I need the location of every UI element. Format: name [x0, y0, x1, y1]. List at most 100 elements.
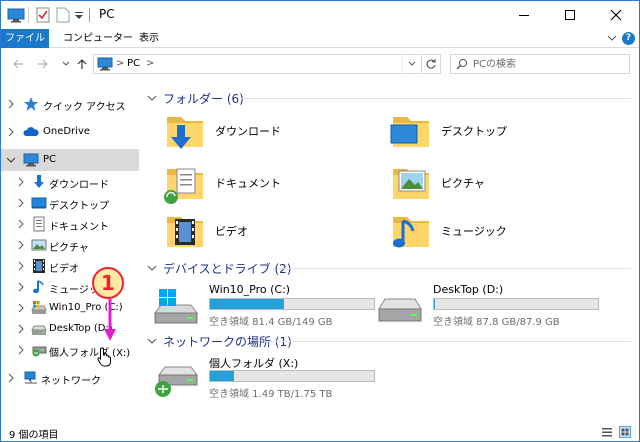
minimize-button[interactable] — [501, 1, 547, 29]
close-button[interactable] — [593, 1, 639, 29]
chevron-down-icon — [62, 61, 70, 66]
drive-free-space: 空き領域 87.8 GB/87.9 GB — [433, 317, 560, 328]
chevron-right-icon[interactable] — [17, 303, 25, 313]
chevron-right-icon[interactable] — [7, 99, 15, 109]
network-drive-x[interactable]: 個人フォルダ (X:) 空き領域 1.49 TB/1.75 TB — [151, 355, 375, 403]
sidebar-item-drive-x[interactable]: 個人フォルダ (X:) — [1, 339, 139, 361]
drive-free-space: 空き領域 81.4 GB/149 GB — [209, 317, 333, 328]
drive-free-space: 空き領域 1.49 TB/1.75 TB — [209, 389, 333, 400]
sidebar-item-drive-d[interactable]: DeskTop (D:) — [1, 318, 139, 340]
maximize-button[interactable] — [547, 1, 593, 29]
star-icon — [24, 97, 38, 111]
annotation-number-badge: 1 — [92, 267, 124, 299]
network-drive-icon — [155, 366, 198, 397]
recent-locations-button[interactable] — [59, 57, 73, 71]
pc-icon — [97, 57, 113, 71]
sidebar-item-label: 個人フォルダ (X:) — [49, 348, 131, 359]
minimize-icon — [519, 15, 529, 16]
tab-file[interactable]: ファイル — [1, 29, 49, 48]
sidebar-item-label: OneDrive — [43, 126, 91, 137]
sidebar-item-label: クイック アクセス — [43, 102, 126, 113]
properties-icon[interactable] — [35, 7, 51, 23]
download-folder-icon — [167, 117, 203, 149]
sidebar-item-documents[interactable]: ドキュメント — [1, 213, 139, 235]
chevron-right-icon[interactable] — [17, 219, 25, 229]
breadcrumb-separator[interactable]: > — [146, 58, 154, 69]
breadcrumb-separator[interactable]: > — [116, 58, 124, 69]
sidebar-item-label: ネットワーク — [41, 376, 101, 387]
content-pane: フォルダー (6) ダウンロード デスクトップ ドキュメント ピクチャ ビデオ … — [141, 85, 639, 423]
chevron-right-icon[interactable] — [17, 198, 25, 208]
details-view-icon[interactable] — [601, 426, 613, 438]
drive-usage-bar — [209, 298, 375, 310]
folder-pictures[interactable]: ピクチャ — [387, 159, 607, 207]
sidebar-item-desktop[interactable]: デスクトップ — [1, 192, 139, 214]
network-icon — [24, 371, 37, 384]
customize-quick-access-icon[interactable] — [74, 7, 84, 23]
chevron-right-icon[interactable] — [17, 240, 25, 250]
chevron-down-icon — [408, 61, 415, 66]
sidebar-item-onedrive[interactable]: OneDrive — [1, 121, 139, 143]
annotation-arrow-icon — [104, 299, 116, 341]
pc-icon[interactable] — [7, 7, 25, 23]
sidebar-item-downloads[interactable]: ダウンロード — [1, 171, 139, 193]
search-box[interactable] — [450, 54, 630, 74]
title-divider — [89, 8, 90, 22]
sidebar-item-drive-c[interactable]: Win10_Pro (C:) — [1, 297, 139, 319]
forward-button[interactable] — [36, 57, 50, 71]
refresh-button[interactable] — [421, 54, 441, 74]
up-button[interactable] — [75, 57, 89, 71]
search-input[interactable] — [473, 57, 623, 71]
sidebar-item-network[interactable]: ネットワーク — [1, 367, 139, 389]
drive-d[interactable]: DeskTop (D:) 空き領域 87.8 GB/87.9 GB — [375, 283, 599, 331]
expand-ribbon-icon[interactable] — [607, 33, 617, 43]
chevron-right-icon[interactable] — [7, 373, 15, 383]
title-bar: PC — [1, 1, 639, 29]
folder-desktop[interactable]: デスクトップ — [387, 107, 607, 155]
chevron-right-icon[interactable] — [17, 345, 25, 355]
drive-name: Win10_Pro (C:) — [209, 283, 291, 296]
large-icons-view-icon[interactable] — [619, 426, 631, 438]
group-header-drives[interactable]: デバイスとドライブ (2) — [147, 259, 291, 277]
tab-view[interactable]: 表示 — [131, 29, 167, 48]
desktop-folder-icon — [390, 117, 429, 147]
arrow-up-icon — [77, 59, 87, 69]
address-history-button[interactable] — [402, 55, 420, 73]
chevron-right-icon[interactable] — [17, 261, 25, 271]
breadcrumb-pc[interactable]: PC — [127, 58, 140, 69]
tab-computer[interactable]: コンピューター — [55, 29, 141, 48]
folder-label: ドキュメント — [215, 177, 281, 190]
arrow-left-icon — [13, 59, 23, 69]
drive-usage-bar — [209, 370, 375, 382]
folder-downloads[interactable]: ダウンロード — [161, 107, 381, 155]
download-arrow-icon — [34, 175, 44, 188]
group-header-folders[interactable]: フォルダー (6) — [147, 89, 244, 107]
chevron-right-icon[interactable] — [17, 282, 25, 292]
chevron-right-icon[interactable] — [17, 324, 25, 334]
qa-divider — [28, 7, 29, 23]
chevron-right-icon[interactable] — [7, 127, 15, 137]
group-divider — [241, 98, 631, 99]
video-icon — [33, 259, 45, 273]
system-drive-icon — [31, 301, 47, 314]
sidebar-item-pc[interactable]: PC — [1, 149, 139, 171]
group-title: フォルダー (6) — [163, 91, 244, 106]
explorer-window: PC ファイル コンピューター 表示 ? > PC > PCの検索 クイック ア… — [0, 0, 640, 442]
address-bar[interactable]: > PC > — [93, 54, 441, 74]
ribbon: ファイル コンピューター 表示 ? — [1, 29, 639, 48]
sidebar-item-pictures[interactable]: ピクチャ — [1, 234, 139, 256]
drive-c[interactable]: Win10_Pro (C:) 空き領域 81.4 GB/149 GB — [151, 283, 375, 331]
chevron-right-icon[interactable] — [17, 177, 25, 187]
chevron-down-icon[interactable] — [6, 155, 16, 165]
back-button[interactable] — [11, 57, 25, 71]
folder-documents[interactable]: ドキュメント — [161, 159, 381, 207]
sidebar-item-quick-access[interactable]: クイック アクセス — [1, 93, 139, 115]
folder-label: ミュージック — [441, 225, 507, 238]
folder-label: ビデオ — [215, 225, 248, 238]
folder-music[interactable]: ミュージック — [387, 207, 607, 255]
new-folder-icon[interactable] — [56, 7, 70, 23]
maximize-icon — [565, 10, 575, 20]
folder-videos[interactable]: ビデオ — [161, 207, 381, 255]
help-icon[interactable]: ? — [622, 32, 635, 45]
chevron-down-icon — [147, 338, 157, 344]
